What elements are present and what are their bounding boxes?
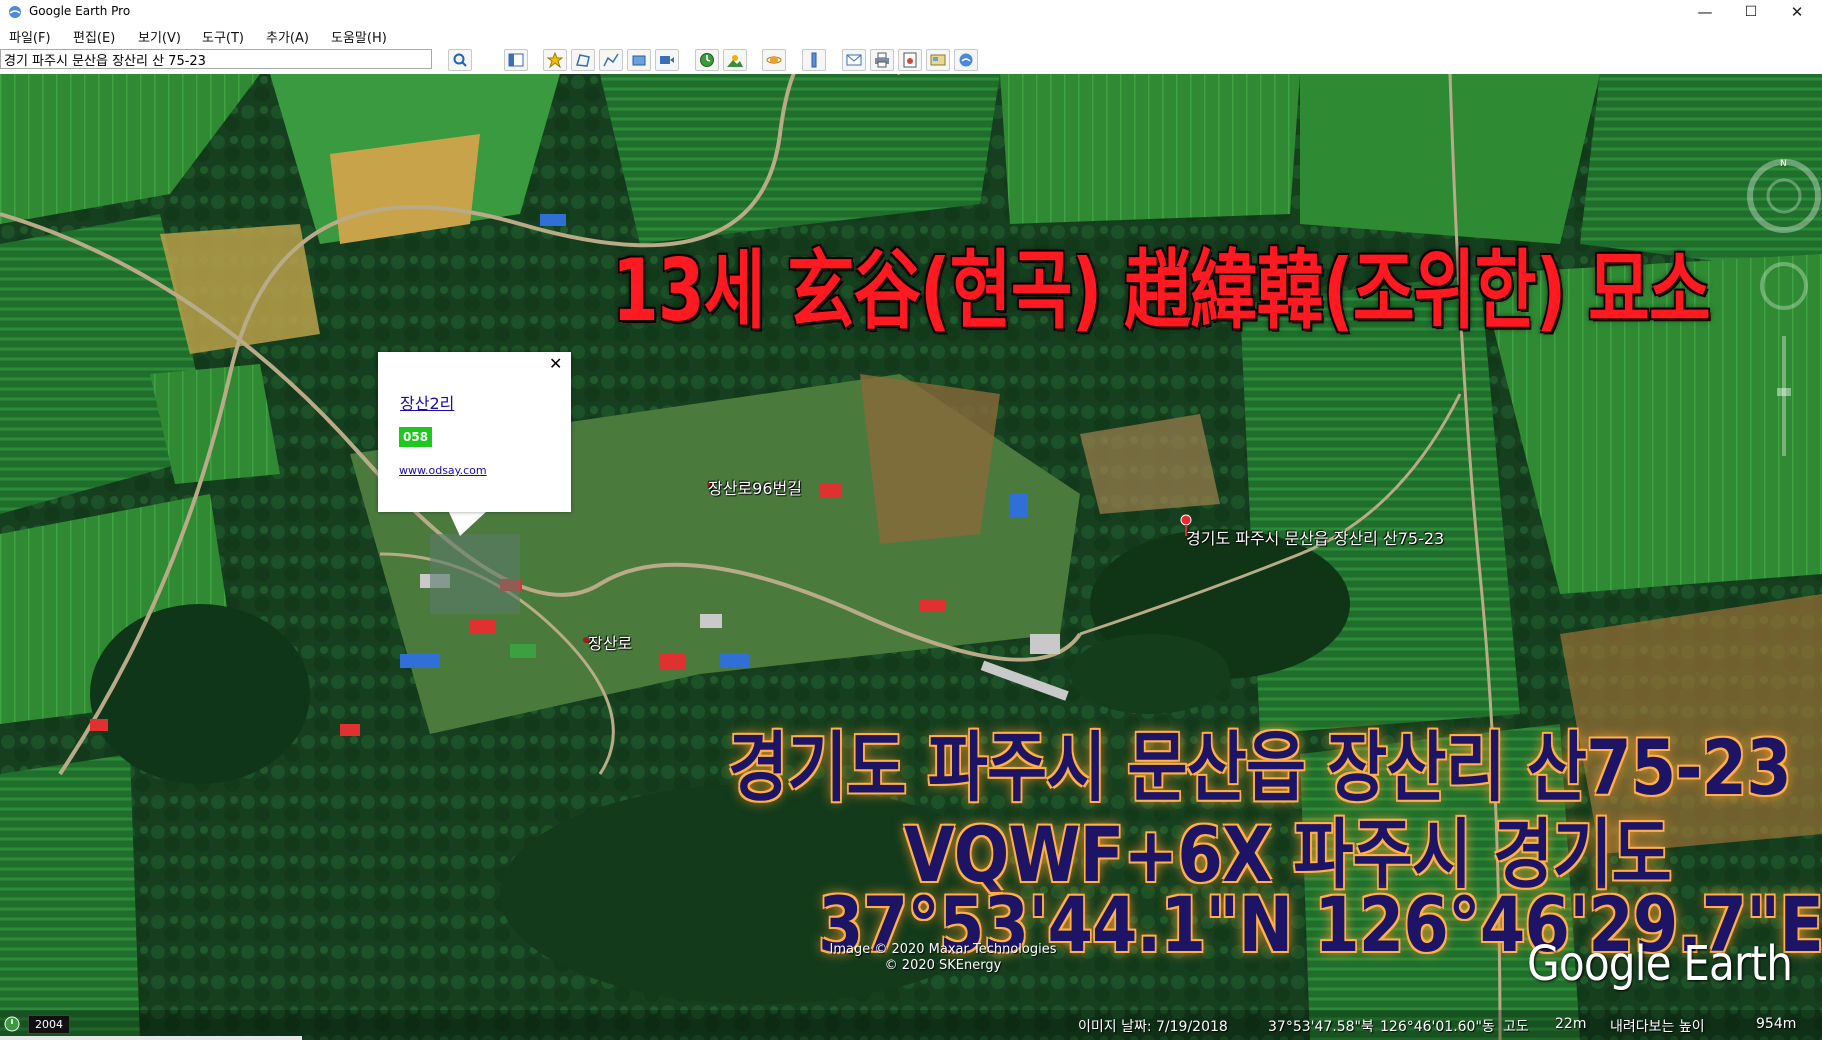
record-tour-icon <box>660 56 674 64</box>
view-in-maps-button[interactable] <box>926 49 950 71</box>
add-placemark-button[interactable] <box>543 49 567 71</box>
view-in-maps-icon <box>930 54 946 66</box>
image-overlay-icon <box>632 55 646 66</box>
elevation-value: 22m <box>1555 1016 1587 1032</box>
toolbar <box>0 46 1822 75</box>
add-path-button[interactable] <box>599 49 623 71</box>
navigation-control[interactable]: N <box>1744 156 1822 476</box>
sign-in-icon <box>959 53 973 67</box>
balloon-tail <box>448 510 488 536</box>
maximize-button[interactable]: ☐ <box>1728 0 1774 24</box>
look-ring[interactable] <box>1747 159 1821 233</box>
google-earth-logo: Google Earth <box>1527 936 1793 992</box>
historical-imagery-icon[interactable] <box>4 1016 20 1032</box>
move-joystick[interactable] <box>1760 262 1808 310</box>
eye-altitude-label: 내려다보는 높이 <box>1610 1019 1705 1035</box>
elevation-label: 고도 <box>1503 1019 1529 1035</box>
balloon-title-link[interactable]: 장산2리 <box>400 390 454 414</box>
search-icon <box>453 53 467 67</box>
close-button[interactable]: ✕ <box>1774 0 1820 24</box>
save-image-button[interactable] <box>898 49 922 71</box>
sidebar-toggle-icon <box>508 53 524 67</box>
menu-tools[interactable]: 도구(T) <box>202 27 244 46</box>
polygon-icon <box>576 54 590 67</box>
road-label: 장산로 <box>588 634 633 653</box>
placemark-label[interactable]: 경기도 파주시 문산읍 장산리 산75-23 <box>1186 525 1444 549</box>
imagery-credits: Image © 2020 Maxar Technologies © 2020 S… <box>793 942 1093 974</box>
google-earth-app-icon <box>9 6 21 18</box>
print-icon <box>875 52 889 68</box>
title-bar: Google Earth Pro — ☐ ✕ <box>0 0 1822 24</box>
path-icon <box>603 53 619 67</box>
latitude-readout: 37°53'47.58"북 <box>1268 1019 1374 1035</box>
north-indicator[interactable]: N <box>1780 159 1787 169</box>
ruler-icon <box>811 52 817 68</box>
menu-bar: 파일(F) 편집(E) 보기(V) 도구(T) 추가(A) 도움말(H) <box>0 24 1822 46</box>
credit-line: © 2020 SKEnergy <box>884 958 1002 973</box>
ruler-button[interactable] <box>802 49 826 71</box>
overlay-title: 13세 玄谷(현곡) 趙緯韓(조위한) 묘소 <box>612 241 1711 341</box>
longitude-readout: 126°46'01.60"동 <box>1380 1019 1495 1035</box>
balloon-source-link[interactable]: www.odsay.com <box>399 464 487 477</box>
planets-button[interactable] <box>762 49 786 71</box>
minimize-button[interactable]: — <box>1682 0 1728 24</box>
menu-view[interactable]: 보기(V) <box>138 27 181 46</box>
menu-file[interactable]: 파일(F) <box>9 27 51 46</box>
placemark-icon <box>547 52 563 68</box>
historical-imagery-button[interactable] <box>695 49 719 71</box>
road-label: 장산로96번길 <box>708 479 802 498</box>
bus-route-badge: 058 <box>399 427 433 447</box>
sign-in-button[interactable] <box>954 49 978 71</box>
window-title: Google Earth Pro <box>29 4 131 18</box>
menu-edit[interactable]: 편집(E) <box>73 27 115 46</box>
menu-help[interactable]: 도움말(H) <box>331 27 387 46</box>
add-polygon-button[interactable] <box>571 49 595 71</box>
look-joystick[interactable] <box>1766 178 1802 214</box>
sunlight-icon <box>727 55 743 67</box>
image-date: 이미지 날짜: 7/19/2018 <box>1078 1019 1228 1035</box>
add-image-overlay-button[interactable] <box>627 49 651 71</box>
menu-add[interactable]: 추가(A) <box>266 27 309 46</box>
balloon-close-button[interactable]: ✕ <box>549 354 562 373</box>
sunlight-button[interactable] <box>723 49 747 71</box>
save-image-icon <box>903 52 917 68</box>
email-button[interactable] <box>842 49 866 71</box>
zoom-slider-thumb[interactable] <box>1777 388 1791 396</box>
search-input[interactable] <box>0 49 432 69</box>
historical-imagery-icon <box>700 53 714 67</box>
eye-altitude-value: 954m <box>1756 1016 1797 1032</box>
imagery-year-badge[interactable]: 2004 <box>28 1015 70 1034</box>
timeline-strip <box>0 1036 302 1040</box>
sidebar-toggle-button[interactable] <box>504 49 528 71</box>
record-tour-button[interactable] <box>655 49 679 71</box>
map-view[interactable]: 경기도 파주시 문산읍 장산리 산75-23 장산로96번길 장산로 13세 玄… <box>0 74 1822 1040</box>
credit-line: Image © 2020 Maxar Technologies <box>829 942 1057 957</box>
search-button[interactable] <box>448 49 472 71</box>
info-balloon: ✕ 장산2리 058 www.odsay.com <box>378 352 571 512</box>
planets-icon <box>766 56 782 64</box>
print-button[interactable] <box>870 49 894 71</box>
email-icon <box>846 54 862 66</box>
